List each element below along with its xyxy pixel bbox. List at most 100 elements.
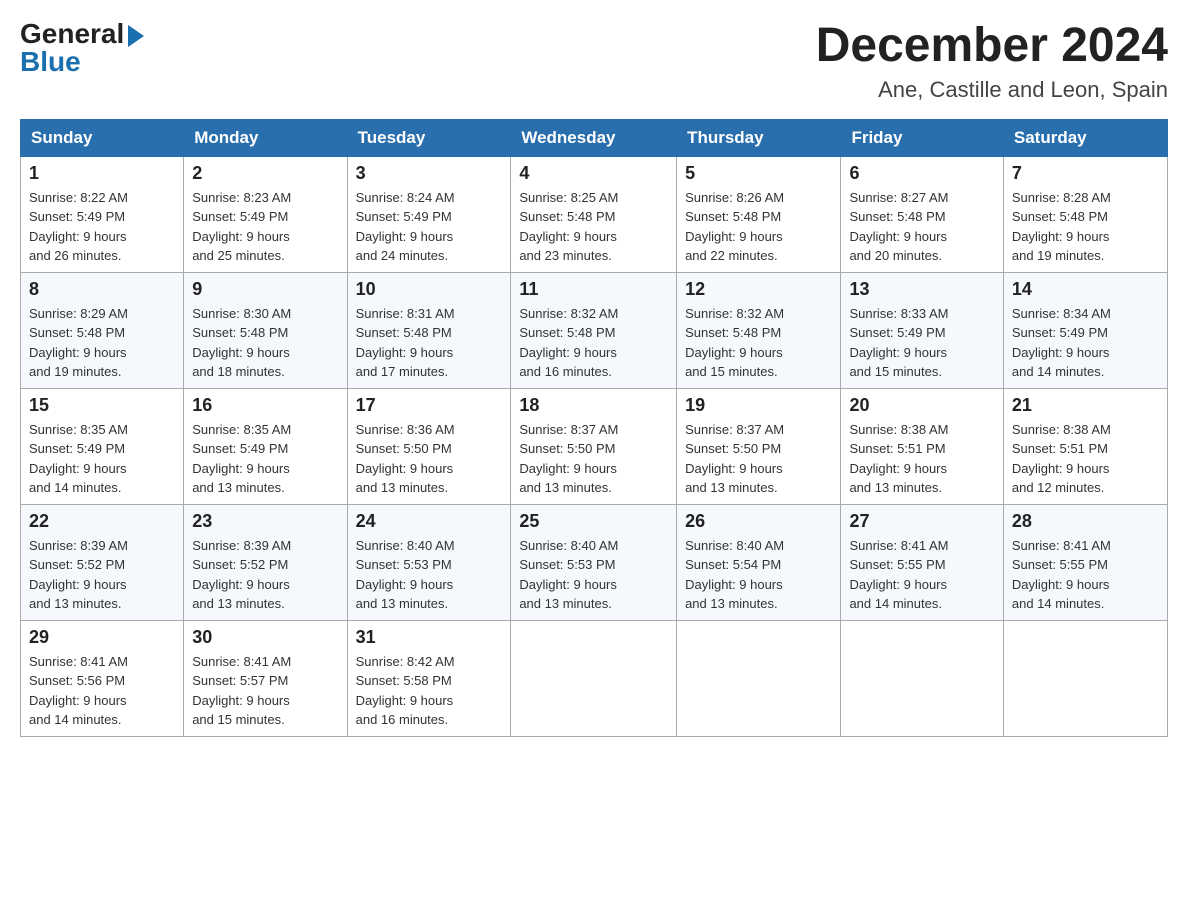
calendar-cell: 27Sunrise: 8:41 AMSunset: 5:55 PMDayligh… <box>841 504 1003 620</box>
day-number: 29 <box>29 627 175 648</box>
day-info: Sunrise: 8:35 AMSunset: 5:49 PMDaylight:… <box>192 420 338 498</box>
calendar-cell: 15Sunrise: 8:35 AMSunset: 5:49 PMDayligh… <box>21 388 184 504</box>
logo-blue-text: Blue <box>20 48 81 76</box>
day-number: 8 <box>29 279 175 300</box>
day-info: Sunrise: 8:22 AMSunset: 5:49 PMDaylight:… <box>29 188 175 266</box>
day-info: Sunrise: 8:39 AMSunset: 5:52 PMDaylight:… <box>29 536 175 614</box>
calendar-cell: 12 Sunrise: 8:32 AMSunset: 5:48 PMDayligh… <box>677 272 841 388</box>
day-number: 5 <box>685 163 832 184</box>
day-info: Sunrise: 8:42 AMSunset: 5:58 PMDaylight:… <box>356 652 503 730</box>
header-row: Sunday Monday Tuesday Wednesday Thursday… <box>21 119 1168 156</box>
calendar-cell: 29 Sunrise: 8:41 AMSunset: 5:56 PMDayligh… <box>21 620 184 736</box>
day-number: 12 <box>685 279 832 300</box>
calendar-cell: 7Sunrise: 8:28 AMSunset: 5:48 PMDaylight… <box>1003 156 1167 272</box>
day-number: 4 <box>519 163 668 184</box>
calendar-cell <box>841 620 1003 736</box>
calendar-cell: 20 Sunrise: 8:38 AMSunset: 5:51 PMDayligh… <box>841 388 1003 504</box>
calendar-cell: 30 Sunrise: 8:41 AMSunset: 5:57 PMDayligh… <box>184 620 347 736</box>
day-number: 6 <box>849 163 994 184</box>
logo: General Blue <box>20 20 144 76</box>
day-number: 16 <box>192 395 338 416</box>
day-info: Sunrise: 8:26 AMSunset: 5:48 PMDaylight:… <box>685 188 832 266</box>
day-info: Sunrise: 8:24 AMSunset: 5:49 PMDaylight:… <box>356 188 503 266</box>
day-info: Sunrise: 8:34 AMSunset: 5:49 PMDaylight:… <box>1012 304 1159 382</box>
day-number: 1 <box>29 163 175 184</box>
calendar-cell: 19Sunrise: 8:37 AMSunset: 5:50 PMDayligh… <box>677 388 841 504</box>
calendar-cell <box>677 620 841 736</box>
day-number: 21 <box>1012 395 1159 416</box>
calendar-table: Sunday Monday Tuesday Wednesday Thursday… <box>20 119 1168 737</box>
day-number: 11 <box>519 279 668 300</box>
day-number: 3 <box>356 163 503 184</box>
calendar-week-row: 8 Sunrise: 8:29 AMSunset: 5:48 PMDaylight… <box>21 272 1168 388</box>
day-info: Sunrise: 8:40 AMSunset: 5:54 PMDaylight:… <box>685 536 832 614</box>
day-info: Sunrise: 8:29 AMSunset: 5:48 PMDaylight:… <box>29 304 175 382</box>
day-info: Sunrise: 8:41 AMSunset: 5:55 PMDaylight:… <box>849 536 994 614</box>
day-number: 26 <box>685 511 832 532</box>
calendar-cell: 23 Sunrise: 8:39 AMSunset: 5:52 PMDayligh… <box>184 504 347 620</box>
calendar-cell: 13 Sunrise: 8:33 AMSunset: 5:49 PMDayligh… <box>841 272 1003 388</box>
calendar-cell: 14 Sunrise: 8:34 AMSunset: 5:49 PMDayligh… <box>1003 272 1167 388</box>
header-saturday: Saturday <box>1003 119 1167 156</box>
day-info: Sunrise: 8:41 AMSunset: 5:56 PMDaylight:… <box>29 652 175 730</box>
calendar-week-row: 22 Sunrise: 8:39 AMSunset: 5:52 PMDayligh… <box>21 504 1168 620</box>
location-text: Ane, Castille and Leon, Spain <box>816 77 1168 103</box>
calendar-cell: 16 Sunrise: 8:35 AMSunset: 5:49 PMDayligh… <box>184 388 347 504</box>
calendar-cell: 8 Sunrise: 8:29 AMSunset: 5:48 PMDaylight… <box>21 272 184 388</box>
day-number: 15 <box>29 395 175 416</box>
day-info: Sunrise: 8:37 AMSunset: 5:50 PMDaylight:… <box>519 420 668 498</box>
day-info: Sunrise: 8:38 AMSunset: 5:51 PMDaylight:… <box>1012 420 1159 498</box>
day-number: 31 <box>356 627 503 648</box>
calendar-cell: 26 Sunrise: 8:40 AMSunset: 5:54 PMDayligh… <box>677 504 841 620</box>
day-number: 30 <box>192 627 338 648</box>
day-info: Sunrise: 8:23 AMSunset: 5:49 PMDaylight:… <box>192 188 338 266</box>
day-number: 25 <box>519 511 668 532</box>
calendar-cell: 10 Sunrise: 8:31 AMSunset: 5:48 PMDayligh… <box>347 272 511 388</box>
header-sunday: Sunday <box>21 119 184 156</box>
day-number: 22 <box>29 511 175 532</box>
calendar-cell: 9Sunrise: 8:30 AMSunset: 5:48 PMDaylight… <box>184 272 347 388</box>
calendar-week-row: 1 Sunrise: 8:22 AMSunset: 5:49 PMDaylight… <box>21 156 1168 272</box>
day-info: Sunrise: 8:31 AMSunset: 5:48 PMDaylight:… <box>356 304 503 382</box>
calendar-cell: 31 Sunrise: 8:42 AMSunset: 5:58 PMDayligh… <box>347 620 511 736</box>
day-info: Sunrise: 8:41 AMSunset: 5:57 PMDaylight:… <box>192 652 338 730</box>
day-info: Sunrise: 8:39 AMSunset: 5:52 PMDaylight:… <box>192 536 338 614</box>
day-number: 10 <box>356 279 503 300</box>
page-header: General Blue December 2024 Ane, Castille… <box>20 20 1168 103</box>
calendar-cell: 3 Sunrise: 8:24 AMSunset: 5:49 PMDaylight… <box>347 156 511 272</box>
day-info: Sunrise: 8:37 AMSunset: 5:50 PMDaylight:… <box>685 420 832 498</box>
day-number: 7 <box>1012 163 1159 184</box>
header-friday: Friday <box>841 119 1003 156</box>
calendar-cell: 11 Sunrise: 8:32 AMSunset: 5:48 PMDayligh… <box>511 272 677 388</box>
calendar-cell: 17Sunrise: 8:36 AMSunset: 5:50 PMDayligh… <box>347 388 511 504</box>
calendar-cell: 22 Sunrise: 8:39 AMSunset: 5:52 PMDayligh… <box>21 504 184 620</box>
day-info: Sunrise: 8:32 AMSunset: 5:48 PMDaylight:… <box>519 304 668 382</box>
day-number: 18 <box>519 395 668 416</box>
logo-triangle-icon <box>128 25 144 47</box>
day-number: 2 <box>192 163 338 184</box>
calendar-cell: 18 Sunrise: 8:37 AMSunset: 5:50 PMDayligh… <box>511 388 677 504</box>
day-info: Sunrise: 8:33 AMSunset: 5:49 PMDaylight:… <box>849 304 994 382</box>
calendar-cell <box>511 620 677 736</box>
day-info: Sunrise: 8:30 AMSunset: 5:48 PMDaylight:… <box>192 304 338 382</box>
day-info: Sunrise: 8:32 AMSunset: 5:48 PMDaylight:… <box>685 304 832 382</box>
day-number: 13 <box>849 279 994 300</box>
day-number: 20 <box>849 395 994 416</box>
header-wednesday: Wednesday <box>511 119 677 156</box>
calendar-cell: 5 Sunrise: 8:26 AMSunset: 5:48 PMDaylight… <box>677 156 841 272</box>
day-info: Sunrise: 8:40 AMSunset: 5:53 PMDaylight:… <box>519 536 668 614</box>
day-number: 14 <box>1012 279 1159 300</box>
day-info: Sunrise: 8:27 AMSunset: 5:48 PMDaylight:… <box>849 188 994 266</box>
header-monday: Monday <box>184 119 347 156</box>
day-info: Sunrise: 8:41 AMSunset: 5:55 PMDaylight:… <box>1012 536 1159 614</box>
calendar-cell: 28 Sunrise: 8:41 AMSunset: 5:55 PMDayligh… <box>1003 504 1167 620</box>
calendar-cell: 25 Sunrise: 8:40 AMSunset: 5:53 PMDayligh… <box>511 504 677 620</box>
calendar-week-row: 29 Sunrise: 8:41 AMSunset: 5:56 PMDayligh… <box>21 620 1168 736</box>
calendar-header: Sunday Monday Tuesday Wednesday Thursday… <box>21 119 1168 156</box>
day-number: 28 <box>1012 511 1159 532</box>
title-block: December 2024 Ane, Castille and Leon, Sp… <box>816 20 1168 103</box>
day-info: Sunrise: 8:38 AMSunset: 5:51 PMDaylight:… <box>849 420 994 498</box>
day-number: 23 <box>192 511 338 532</box>
calendar-week-row: 15 Sunrise: 8:35 AMSunset: 5:49 PMDayligh… <box>21 388 1168 504</box>
day-number: 17 <box>356 395 503 416</box>
